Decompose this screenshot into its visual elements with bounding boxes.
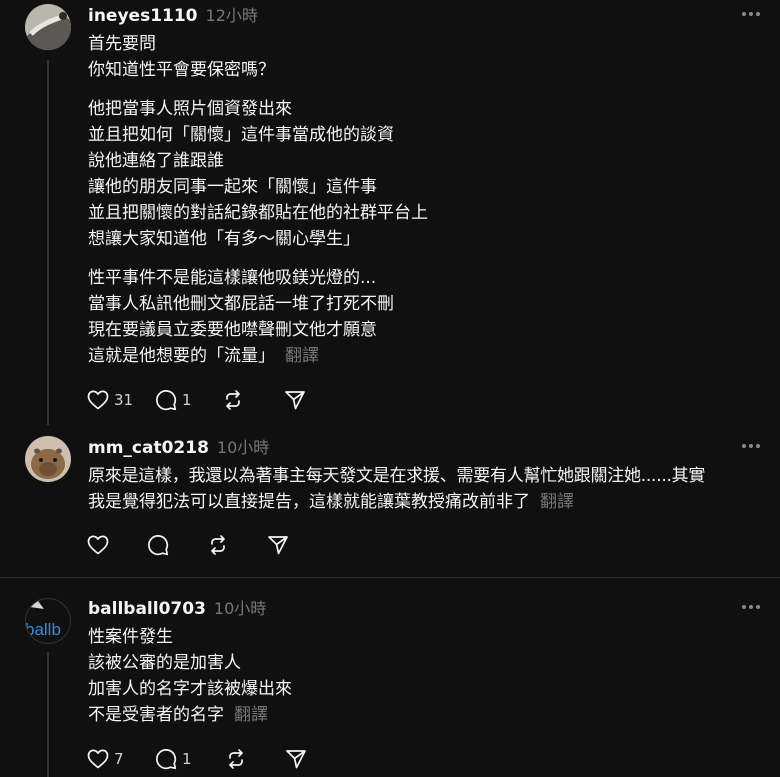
repost-icon [229, 749, 243, 769]
text-line: 讓他的朋友同事一起來「關懷」這件事 [88, 177, 377, 197]
text-line: 現在要議員立委要他噤聲刪文他才願意 [88, 320, 377, 340]
thread-line [47, 652, 49, 777]
send-icon [286, 750, 306, 769]
translate-link[interactable]: 翻譯 [540, 492, 574, 512]
avatar[interactable]: ballb [25, 598, 71, 644]
repost-icon [226, 390, 240, 410]
send-icon [285, 391, 305, 410]
post-body: 性案件發生 該被公審的是加害人 加害人的名字才該被爆出來 不是受害者的名字 翻譯 [88, 624, 768, 728]
text-line: 你知道性平會要保密嗎？ [88, 60, 275, 80]
text-line: 說他連絡了誰跟誰 [88, 151, 224, 171]
heart-icon [87, 535, 109, 555]
text-line: 當事人私訊他刪文都屁話一堆了打死不刪 [88, 294, 394, 314]
like-button[interactable] [86, 532, 146, 558]
reply-button[interactable]: 1 [154, 387, 221, 413]
translate-link[interactable]: 翻譯 [234, 705, 268, 725]
timestamp[interactable]: 10小時 [217, 434, 269, 458]
more-icon[interactable] [742, 9, 760, 19]
text-line: 這就是他想要的「流量」 翻譯 [88, 343, 768, 369]
text-line: 並且把如何「關懷」這件事當成他的談資 [88, 125, 394, 145]
post-ballball0703: ballb ballball0703 10小時 性案件發生 該被公審的是加害人 … [0, 578, 780, 777]
heart-icon [87, 390, 109, 410]
heart-icon [87, 749, 109, 769]
timestamp[interactable]: 10小時 [214, 595, 266, 619]
text-line: 首先要問 [88, 34, 156, 54]
avatar-text: ballb [26, 620, 61, 639]
thread-line [47, 60, 49, 425]
share-button[interactable] [266, 532, 296, 558]
more-icon[interactable] [742, 602, 760, 612]
like-count: 7 [114, 750, 124, 768]
reply-count: 1 [182, 750, 192, 768]
post-actions: 7 1 [86, 746, 314, 772]
comment-icon [156, 390, 177, 411]
post-mm_cat0218: mm_cat0218 10小時 原來是這樣，我還以為著事主每天發文是在求援、需要… [0, 430, 780, 577]
post-ineyes1110: ineyes1110 12小時 首先要問 你知道性平會要保密嗎？ 他把當事人照片… [0, 0, 780, 430]
text-content: 不是受害者的名字 [88, 705, 224, 725]
reply-button[interactable] [146, 532, 206, 558]
post-body: 首先要問 你知道性平會要保密嗎？ 他把當事人照片個資發出來 並且把如何「關懷」這… [88, 31, 768, 369]
reply-count: 1 [182, 391, 192, 409]
comment-icon [148, 535, 169, 556]
text-content: 我是覺得犯法可以直接提告，這樣就能讓葉教授痛改前非了 [88, 492, 530, 512]
like-count: 31 [114, 391, 134, 409]
text-line: 性案件發生 [88, 627, 173, 647]
repost-button[interactable] [206, 532, 266, 558]
repost-button[interactable] [224, 746, 284, 772]
post-actions [86, 532, 296, 558]
text-line: 並且把關懷的對話紀錄都貼在他的社群平台上 [88, 203, 428, 223]
like-button[interactable]: 7 [86, 746, 154, 772]
post-actions: 31 1 [86, 387, 313, 413]
text-line: 我是覺得犯法可以直接提告，這樣就能讓葉教授痛改前非了 翻譯 [88, 489, 768, 515]
text-line: 想讓大家知道他「有多～關心學生」 [88, 229, 360, 249]
avatar[interactable] [25, 4, 71, 50]
share-button[interactable] [284, 746, 314, 772]
username[interactable]: mm_cat0218 [88, 438, 209, 458]
share-button[interactable] [283, 387, 313, 413]
send-icon [268, 536, 288, 555]
text-line: 該被公審的是加害人 [88, 653, 241, 673]
text-line: 原來是這樣，我還以為著事主每天發文是在求援、需要有人幫忙她跟關注她......其… [88, 466, 706, 486]
text-line: 他把當事人照片個資發出來 [88, 99, 292, 119]
text-line: 性平事件不是能這樣讓他吸鎂光燈的... [88, 268, 377, 288]
username[interactable]: ballball0703 [88, 599, 206, 619]
text-line: 不是受害者的名字 翻譯 [88, 702, 768, 728]
avatar[interactable] [25, 436, 71, 482]
text-content: 這就是他想要的「流量」 [88, 346, 275, 366]
comment-icon [156, 749, 177, 770]
more-icon[interactable] [742, 441, 760, 451]
repost-icon [211, 535, 225, 555]
like-button[interactable]: 31 [86, 387, 154, 413]
translate-link[interactable]: 翻譯 [285, 346, 319, 366]
username[interactable]: ineyes1110 [88, 6, 198, 26]
timestamp[interactable]: 12小時 [206, 2, 258, 26]
repost-button[interactable] [221, 387, 283, 413]
post-body: 原來是這樣，我還以為著事主每天發文是在求援、需要有人幫忙她跟關注她......其… [88, 463, 768, 515]
reply-button[interactable]: 1 [154, 746, 224, 772]
text-line: 加害人的名字才該被爆出來 [88, 679, 292, 699]
